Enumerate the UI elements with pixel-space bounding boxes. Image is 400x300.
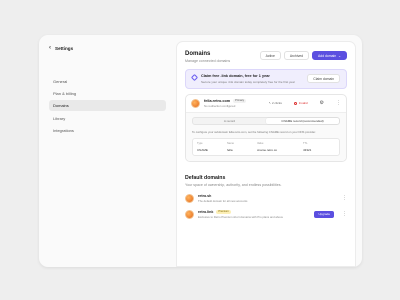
record-value: cname.retro.co (257, 147, 278, 152)
settings-window: ‹ Settings General Plan & billing Domain… (39, 35, 362, 267)
banner-title: Claim free .link domain, free for 1 year (201, 74, 270, 78)
more-options-icon[interactable]: ⋮ (342, 195, 347, 201)
tab-a-record[interactable]: A record (193, 118, 266, 124)
dns-hint: To configure your subdomain fella.retro.… (192, 129, 316, 134)
back-button[interactable]: ‹ Settings (49, 45, 166, 51)
list-item: retro.link Premium Exclusive to Retro Pr… (185, 209, 347, 219)
status-badge: Invalid (293, 101, 308, 105)
chevron-down-icon: ⌄ (338, 53, 341, 58)
sidebar-item-library[interactable]: Library (49, 113, 166, 124)
record-header-value: Value (257, 141, 264, 145)
more-options-icon[interactable]: ⋮ (342, 211, 347, 217)
add-domain-button[interactable]: Add domain ⌄ (312, 51, 347, 60)
sidebar: ‹ Settings General Plan & billing Domain… (39, 35, 176, 267)
archived-filter-button[interactable]: Archived (283, 51, 310, 60)
list-item: retro.sh The default domain for all new … (185, 193, 347, 203)
record-type-tabs: A record CNAME record (recommended) (192, 116, 340, 125)
dns-record-table: Type Name Value TTL CNAME fella cname.re… (192, 137, 340, 156)
domain-card: fella.retro.com Primary No redirection c… (185, 93, 347, 162)
gear-icon[interactable]: ⚙ (320, 100, 324, 106)
sidebar-item-integrations[interactable]: Integrations (49, 125, 166, 136)
default-domain-name: retro.sh (198, 193, 212, 198)
add-domain-label: Add domain (318, 53, 337, 58)
status-icon (293, 101, 297, 105)
sidebar-item-plan-billing[interactable]: Plan & billing (49, 88, 166, 99)
clicks-count: ↖ 2 clicks (268, 101, 282, 105)
domain-name[interactable]: fella.retro.com (204, 99, 230, 103)
record-name: fella (227, 147, 233, 152)
main-panel: Domains Manage connected domains Active … (176, 41, 356, 267)
upgrade-button[interactable]: Upgrade (314, 210, 334, 218)
default-domain-description: The default domain for all new accounts (198, 198, 248, 203)
active-filter-button[interactable]: Active (259, 51, 281, 60)
page-title: Domains (185, 51, 211, 57)
back-label: Settings (55, 45, 74, 51)
domains-header: Domains Manage connected domains Active … (185, 51, 347, 63)
banner-description: Secure your unique .link domain today co… (201, 79, 295, 84)
more-options-icon[interactable]: ⋮ (336, 100, 341, 106)
tab-cname-record[interactable]: CNAME record (recommended) (266, 117, 339, 124)
record-header-name: Name (227, 141, 234, 145)
tag-icon (190, 73, 199, 82)
claim-domain-button[interactable]: Claim domain (307, 74, 340, 84)
page-subtitle: Manage connected domains (185, 59, 231, 63)
domain-avatar (185, 193, 194, 203)
primary-badge: Primary (233, 98, 247, 103)
default-domain-description: Exclusive to Retro Premium short domains… (198, 214, 284, 219)
record-type: CNAME (197, 147, 208, 152)
domain-subtitle: No redirection configured (204, 103, 236, 108)
section-title: Default domains (185, 174, 226, 181)
record-header-ttl: TTL (303, 141, 308, 145)
sidebar-item-general[interactable]: General (49, 76, 166, 87)
sidebar-item-domains[interactable]: Domains (49, 100, 166, 112)
record-ttl: 43321 (303, 147, 312, 152)
chevron-left-icon: ‹ (49, 45, 51, 51)
record-header-type: Type (197, 141, 203, 145)
section-subtitle: Your space of ownership, authority, and … (185, 182, 282, 187)
domain-avatar (191, 98, 200, 108)
default-domain-name: retro.link (198, 209, 214, 214)
default-domains-section: Default domains Your space of ownership,… (185, 175, 347, 219)
premium-badge: Premium (216, 209, 231, 214)
domain-avatar (185, 209, 194, 219)
claim-banner: Claim free .link domain, free for 1 year… (185, 69, 347, 89)
